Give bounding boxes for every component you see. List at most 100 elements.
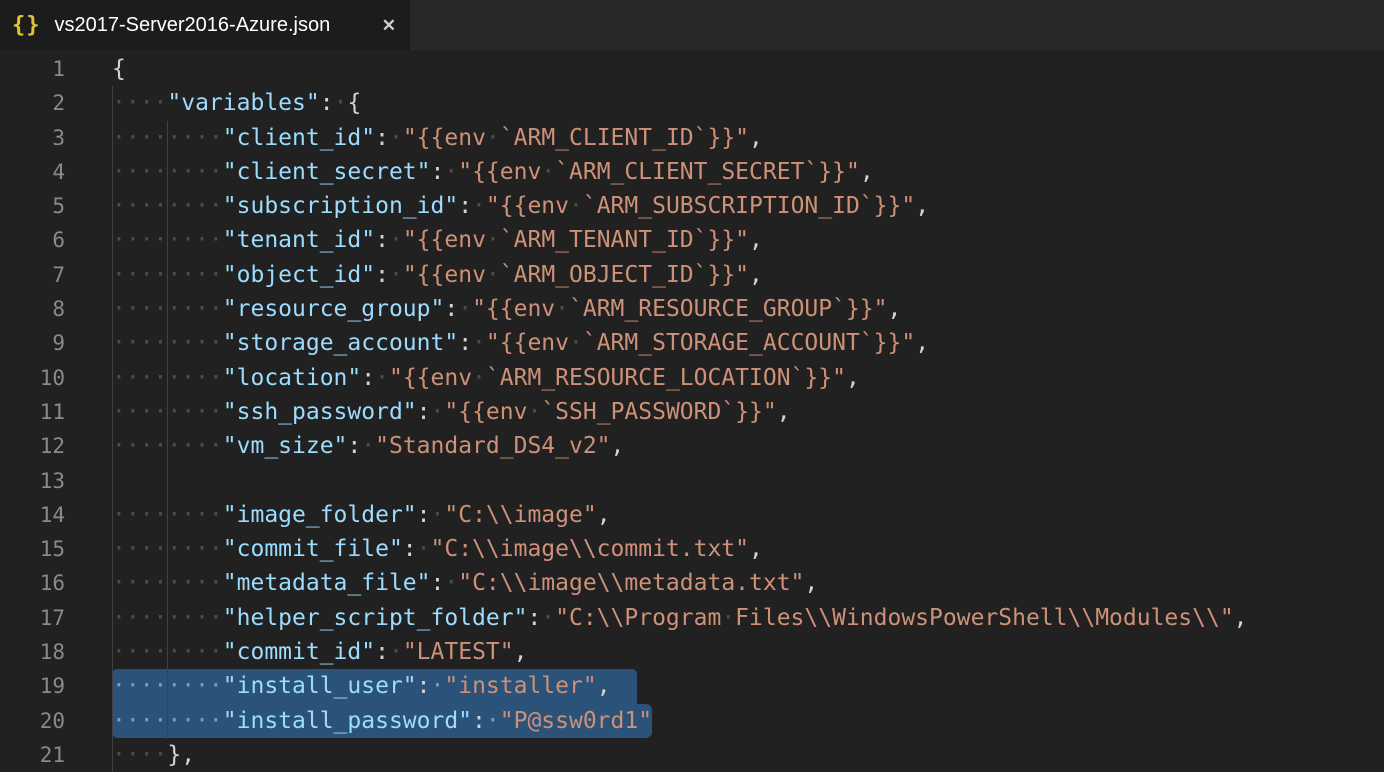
line-number[interactable]: 19 bbox=[0, 669, 65, 703]
code-line[interactable]: 3········"client_id":·"{{env·`ARM_CLIENT… bbox=[0, 121, 1384, 155]
punctuation-token: : bbox=[375, 125, 389, 151]
punctuation-token: , bbox=[846, 365, 860, 391]
code-line[interactable]: 6 ········"tenant_id":·"{{env·`ARM_TENANT… bbox=[0, 223, 1384, 257]
json-key-token: "object_id" bbox=[223, 262, 375, 288]
whitespace-dots: ···· bbox=[112, 742, 167, 768]
code-line[interactable]: 4········"client_secret":·"{{env·`ARM_CL… bbox=[0, 155, 1384, 189]
json-key-token: "storage_account" bbox=[223, 330, 458, 356]
code-line[interactable]: 13 bbox=[0, 464, 1384, 498]
code-line[interactable]: 12 ········"vm_size":·"Standard_DS4_v2", bbox=[0, 429, 1384, 463]
whitespace-dots: · bbox=[389, 125, 403, 151]
punctuation-token: , bbox=[777, 399, 791, 425]
line-number[interactable]: 7 bbox=[0, 258, 65, 292]
code-line-content: ········"vm_size":·"Standard_DS4_v2", bbox=[112, 429, 624, 463]
line-number[interactable]: 13 bbox=[0, 464, 65, 498]
editor[interactable]: 1{2····"variables":·{3········"client_id… bbox=[0, 50, 1384, 772]
code-line[interactable]: 15 ········"commit_file":·"C:\\image\\com… bbox=[0, 532, 1384, 566]
json-key-token: "commit_id" bbox=[223, 639, 375, 665]
line-number[interactable]: 12 bbox=[0, 429, 65, 463]
punctuation-token: : bbox=[458, 330, 472, 356]
punctuation-token: , bbox=[804, 570, 818, 596]
line-number[interactable]: 3 bbox=[0, 121, 65, 155]
code-line[interactable]: 1{ bbox=[0, 52, 1384, 86]
code-line[interactable]: 10········"location":·"{{env·`ARM_RESOUR… bbox=[0, 361, 1384, 395]
code-line[interactable]: 2 ····"variables":·{ bbox=[0, 86, 1384, 120]
whitespace-dots: · bbox=[569, 193, 583, 219]
punctuation-token: : bbox=[417, 502, 431, 528]
whitespace-dots: · bbox=[458, 296, 472, 322]
code-line[interactable]: 14········"image_folder":·"C:\\image", bbox=[0, 498, 1384, 532]
whitespace-dots: · bbox=[444, 570, 458, 596]
code-line[interactable]: 17········"helper_script_folder":·"C:\\P… bbox=[0, 601, 1384, 635]
code-line-content: ········"storage_account":·"{{env·`ARM_S… bbox=[112, 326, 929, 360]
line-number[interactable]: 16 bbox=[0, 566, 65, 600]
code-line-content: ········"commit_file":·"C:\\image\\commi… bbox=[112, 532, 763, 566]
code-line-content: ········"resource_group":·"{{env·`ARM_RE… bbox=[112, 292, 901, 326]
code-line[interactable]: 5········"subscription_id":·"{{env·`ARM_… bbox=[0, 189, 1384, 223]
punctuation-token: , bbox=[597, 673, 611, 699]
punctuation-token: , bbox=[597, 502, 611, 528]
line-number[interactable]: 18 bbox=[0, 635, 65, 669]
line-number[interactable]: 10 bbox=[0, 361, 65, 395]
whitespace-dots: · bbox=[721, 605, 735, 631]
code-line[interactable]: 16 ········"metadata_file":·"C:\\image\\m… bbox=[0, 566, 1384, 600]
line-number[interactable]: 17 bbox=[0, 601, 65, 635]
whitespace-dots: · bbox=[375, 365, 389, 391]
code-line[interactable]: 7········"object_id":·"{{env·`ARM_OBJECT… bbox=[0, 258, 1384, 292]
json-key-token: "client_id" bbox=[223, 125, 375, 151]
line-number[interactable]: 9 bbox=[0, 326, 65, 360]
json-key-token: "variables" bbox=[167, 90, 319, 116]
code-line-content-selected: ········"install_user":·"installer", bbox=[112, 669, 637, 703]
line-number[interactable]: 1 bbox=[0, 52, 65, 86]
line-number[interactable]: 21 bbox=[0, 738, 65, 772]
json-key-token: "tenant_id" bbox=[223, 227, 375, 253]
punctuation-token: : bbox=[320, 90, 334, 116]
punctuation-token: , bbox=[749, 262, 763, 288]
punctuation-token: : bbox=[431, 570, 445, 596]
code-line-content: ········"metadata_file":·"C:\\image\\met… bbox=[112, 566, 818, 600]
line-number[interactable]: 11 bbox=[0, 395, 65, 429]
line-number[interactable]: 5 bbox=[0, 189, 65, 223]
punctuation-token: : bbox=[458, 193, 472, 219]
indent-guide-level0 bbox=[112, 86, 113, 772]
punctuation-token: , bbox=[749, 125, 763, 151]
code-line[interactable]: 9 ········"storage_account":·"{{env·`ARM_… bbox=[0, 326, 1384, 360]
punctuation-token: , bbox=[915, 330, 929, 356]
line-number[interactable]: 20 bbox=[0, 704, 65, 738]
code-line[interactable]: 18········"commit_id":·"LATEST", bbox=[0, 635, 1384, 669]
line-number[interactable]: 4 bbox=[0, 155, 65, 189]
code-line-content: ········"tenant_id":·"{{env·`ARM_TENANT_… bbox=[112, 223, 763, 257]
punctuation-token: , bbox=[611, 433, 625, 459]
line-number[interactable]: 8 bbox=[0, 292, 65, 326]
tab-close-icon[interactable]: ✕ bbox=[382, 17, 396, 34]
json-string-token: "{{env bbox=[444, 399, 527, 425]
code-line-content: ····"variables":·{ bbox=[112, 86, 361, 120]
line-number[interactable]: 2 bbox=[0, 86, 65, 120]
json-string-token: "LATEST" bbox=[403, 639, 514, 665]
code-line[interactable]: 21····}, bbox=[0, 738, 1384, 772]
code-line[interactable]: 19 ········"install_user":·"installer", bbox=[0, 669, 1384, 703]
whitespace-dots: · bbox=[431, 673, 445, 699]
tab-vs2017-server2016-azure[interactable]: {} vs2017-Server2016-Azure.json ✕ bbox=[0, 0, 410, 50]
whitespace-dots: · bbox=[389, 262, 403, 288]
code-line-content: ········"object_id":·"{{env·`ARM_OBJECT_… bbox=[112, 258, 763, 292]
code-line[interactable]: 8········"resource_group":·"{{env·`ARM_R… bbox=[0, 292, 1384, 326]
json-key-token: "client_secret" bbox=[223, 159, 431, 185]
whitespace-dots: · bbox=[555, 296, 569, 322]
json-string-token: `ARM_RESOURCE_GROUP`}}" bbox=[569, 296, 888, 322]
code-line[interactable]: 11········"ssh_password":·"{{env·`SSH_PA… bbox=[0, 395, 1384, 429]
line-number[interactable]: 15 bbox=[0, 532, 65, 566]
whitespace-dots: · bbox=[431, 399, 445, 425]
punctuation-token: { bbox=[112, 56, 126, 82]
json-string-token: "{{env bbox=[403, 262, 486, 288]
json-key-token: "location" bbox=[223, 365, 361, 391]
json-string-token: "C:\\image\\commit.txt" bbox=[431, 536, 750, 562]
line-number[interactable]: 6 bbox=[0, 223, 65, 257]
whitespace-dots: · bbox=[472, 365, 486, 391]
whitespace-dots: · bbox=[417, 536, 431, 562]
line-number[interactable]: 14 bbox=[0, 498, 65, 532]
whitespace-dots: · bbox=[431, 502, 445, 528]
json-string-token: `ARM_CLIENT_ID`}}" bbox=[500, 125, 749, 151]
punctuation-token: : bbox=[431, 159, 445, 185]
code-line[interactable]: 20········"install_password":·"P@ssw0rd1… bbox=[0, 704, 1384, 738]
